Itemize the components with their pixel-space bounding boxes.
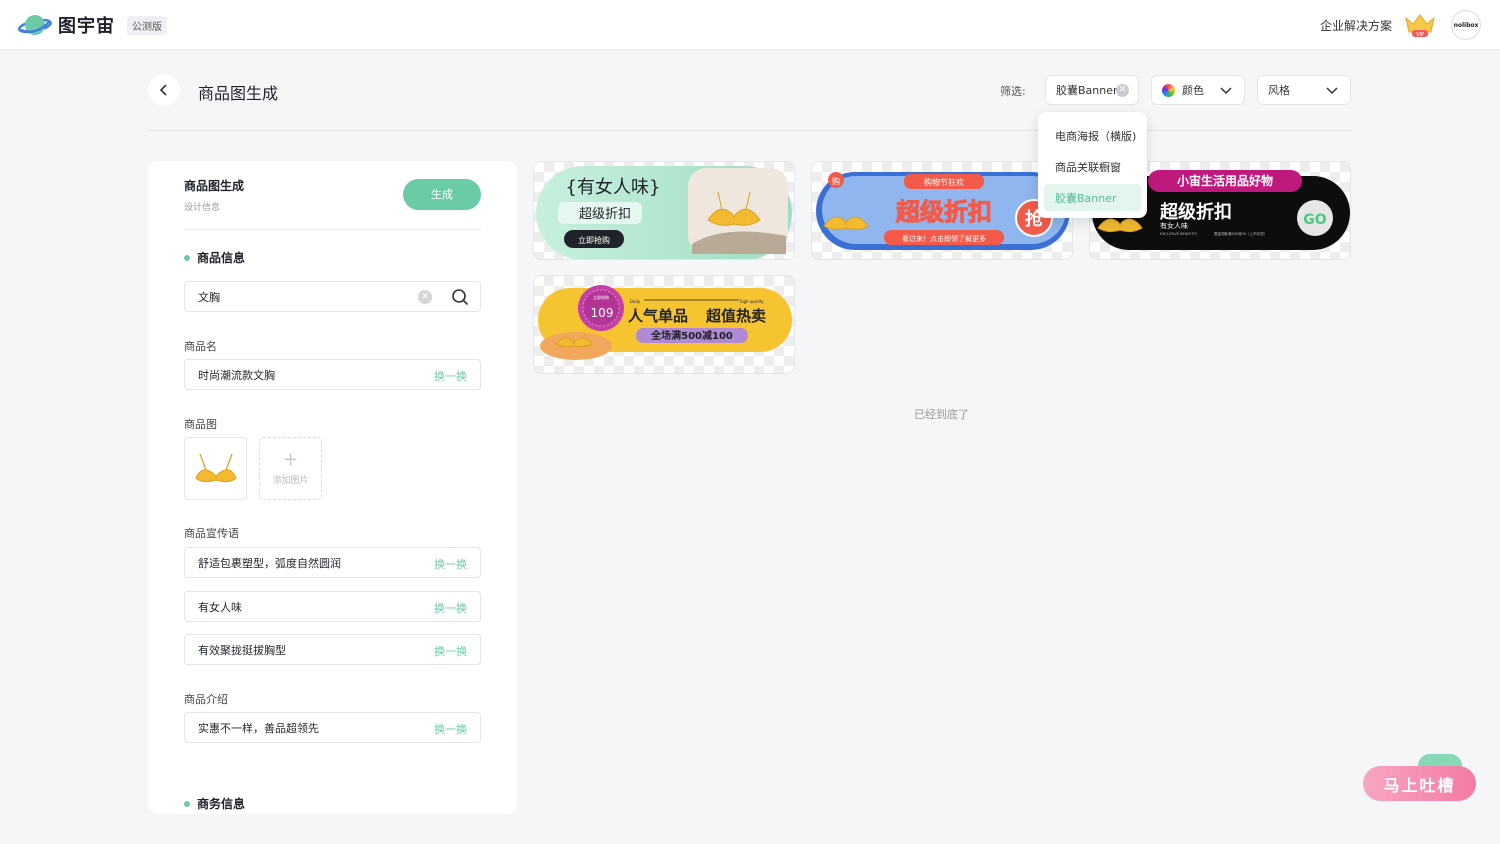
filter-chip-capsule-banner[interactable]: 胶囊Banner ✕: [1045, 75, 1139, 105]
product-name-value: 时尚潮流款文胸: [198, 368, 275, 382]
filter-dropdown-menu: 电商海报（横版) 商品关联橱窗 胶囊Banner: [1038, 112, 1147, 218]
style-select-label: 风格: [1268, 84, 1290, 97]
filter-chip-label: 胶囊Banner: [1056, 84, 1118, 97]
product-image-label: 商品图: [184, 418, 217, 431]
swap-button[interactable]: 换一换: [434, 368, 467, 384]
chevron-down-icon: [1220, 87, 1232, 95]
section-title: 商品信息: [197, 251, 246, 265]
section-title: 商务信息: [197, 797, 246, 811]
result-card[interactable]: 购物节狂欢 超级折扣 看过来！点击即领了解更多 抢 购: [811, 161, 1073, 260]
chevron-left-icon: [159, 84, 167, 96]
slogan-value: 有效聚拢挺拔胸型: [198, 643, 286, 657]
card-corner: 购: [832, 176, 840, 186]
chevron-down-icon: [1326, 87, 1338, 95]
search-icon[interactable]: [451, 288, 469, 306]
filter-label: 筛选:: [1000, 85, 1026, 98]
card-stamp-top: 立即抢购: [593, 294, 609, 300]
capsule-banner-1: {有女人味} 超级折扣 立即抢购: [536, 166, 792, 259]
card-headline: 超级折扣: [896, 198, 992, 226]
style-select[interactable]: 风格: [1257, 75, 1351, 105]
capsule-banner-4: 立即抢购 109 Daily high quality 人气单品 超值热卖 全场…: [538, 285, 792, 360]
design-panel: 商品图生成 设计信息 生成 商品信息 文胸 ✕ 商品名 时尚潮流款文胸 换一换 …: [148, 161, 517, 814]
end-of-list-text: 已经到底了: [914, 408, 969, 421]
planet-logo-icon: [18, 15, 52, 35]
card-tag: 小宙生活用品好物: [1177, 173, 1273, 188]
swap-button[interactable]: 换一换: [434, 600, 467, 616]
generate-button[interactable]: 生成: [403, 179, 481, 210]
card-subtitle: 有女人味: [1160, 221, 1188, 230]
clear-filter-icon[interactable]: ✕: [1116, 84, 1129, 97]
card-headline: {有女人味}: [566, 177, 661, 198]
color-select[interactable]: 颜色: [1151, 75, 1245, 105]
bra-product-image: [194, 453, 237, 482]
card-right-small: high quality: [740, 299, 764, 304]
card-price: 109: [591, 306, 614, 320]
capsule-banner-2: 购物节狂欢 超级折扣 看过来！点击即领了解更多 抢 购: [816, 172, 1070, 250]
section-business-info: 商务信息: [184, 795, 245, 812]
intro-field[interactable]: 实惠不一样，善品超领先 换一换: [184, 712, 481, 743]
add-image-label: 添加图片: [272, 476, 309, 486]
slogan-field[interactable]: 有女人味 换一换: [184, 591, 481, 622]
vip-label: VIP: [1416, 32, 1424, 38]
app-name: 图宇宙: [58, 16, 115, 37]
logo[interactable]: 图宇宙 公测版: [18, 10, 167, 40]
swap-button[interactable]: 换一换: [434, 556, 467, 572]
color-select-label: 颜色: [1182, 84, 1204, 97]
slogan-value: 舒适包裹塑型，弧度自然圆润: [198, 556, 341, 570]
card-subtitle: 看过来！点击即领了解更多: [902, 234, 986, 243]
beta-badge: 公测版: [127, 15, 167, 35]
top-bar: 图宇宙 公测版 企业解决方案 VIP nolibox: [0, 0, 1500, 50]
card-cta: 立即抢购: [578, 235, 610, 245]
add-image-button[interactable]: + 添加图片: [259, 437, 322, 500]
swap-button[interactable]: 换一换: [434, 643, 467, 659]
section-product-info: 商品信息: [184, 249, 245, 266]
section-dot: [184, 254, 190, 261]
plus-icon: +: [282, 449, 299, 470]
card-left-small: Daily: [630, 299, 641, 304]
product-image-thumbnail[interactable]: [184, 437, 247, 500]
header-divider: [148, 130, 1352, 131]
product-name-label: 商品名: [184, 340, 217, 353]
page-title: 商品图生成: [198, 84, 279, 103]
section-dot: [184, 800, 190, 807]
slogan-field[interactable]: 有效聚拢挺拔胸型 换一换: [184, 634, 481, 665]
card-subtitle: 超级折扣: [579, 207, 631, 222]
clear-icon[interactable]: ✕: [418, 290, 432, 304]
search-value: 文胸: [198, 290, 220, 304]
swap-button[interactable]: 换一换: [434, 721, 467, 737]
panel-subtitle: 设计信息: [184, 203, 221, 213]
card-cta: GO: [1303, 212, 1326, 228]
panel-divider: [184, 229, 481, 230]
card-subtitle: 全场满500减100: [650, 329, 733, 342]
feedback-button[interactable]: 马上吐槽: [1363, 766, 1476, 801]
slogan-field[interactable]: 舒适包裹塑型，弧度自然圆润 换一换: [184, 547, 481, 578]
enterprise-link[interactable]: 企业解决方案: [1320, 17, 1392, 34]
card-headline-b: 超值热卖: [705, 307, 766, 325]
result-card[interactable]: 立即抢购 109 Daily high quality 人气单品 超值热卖 全场…: [533, 275, 795, 374]
back-button[interactable]: [148, 74, 180, 106]
card-headline: 超级折扣: [1160, 201, 1232, 223]
card-tag: 购物节狂欢: [924, 177, 964, 187]
intro-value: 实惠不一样，善品超领先: [198, 721, 319, 735]
product-name-field[interactable]: 时尚潮流款文胸 换一换: [184, 359, 481, 390]
slogan-value: 有女人味: [198, 600, 242, 614]
dropdown-item-related-showcase[interactable]: 商品关联橱窗: [1044, 153, 1141, 180]
intro-label: 商品介绍: [184, 693, 228, 706]
avatar[interactable]: nolibox: [1451, 10, 1481, 40]
panel-title: 商品图生成: [184, 179, 245, 193]
color-wheel-icon: [1162, 83, 1175, 97]
card-small-right: 限量领取满500减30（上不封顶）: [1214, 231, 1267, 236]
result-card[interactable]: {有女人味} 超级折扣 立即抢购: [533, 161, 795, 260]
slogan-label: 商品宣传语: [184, 527, 239, 540]
card-small-left: EXCLUSIVE BENEFITS: [1160, 232, 1198, 236]
dropdown-item-capsule-banner[interactable]: 胶囊Banner: [1044, 184, 1141, 211]
vip-crown-icon[interactable]: VIP: [1403, 12, 1437, 38]
dropdown-item-ecommerce-poster[interactable]: 电商海报（横版): [1044, 122, 1141, 149]
product-search-field[interactable]: 文胸 ✕: [184, 281, 481, 312]
card-headline-a: 人气单品: [628, 307, 688, 325]
